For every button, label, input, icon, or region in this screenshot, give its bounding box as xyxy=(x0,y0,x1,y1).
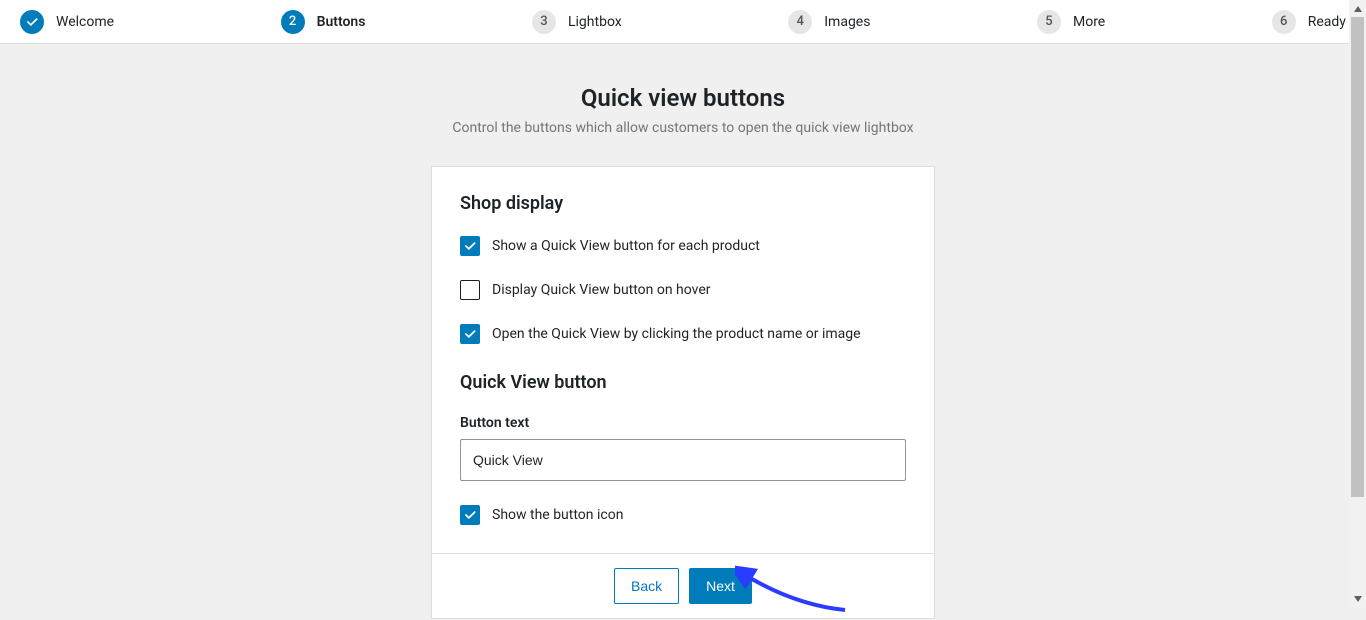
option-show-on-hover: Display Quick View button on hover xyxy=(460,280,906,300)
checkbox-show-icon[interactable] xyxy=(460,505,480,525)
step-number: 6 xyxy=(1272,10,1296,34)
section-title-qv-button: Quick View button xyxy=(460,372,906,393)
step-label: Lightbox xyxy=(568,14,622,30)
step-welcome[interactable]: Welcome xyxy=(20,10,114,34)
checkbox-label[interactable]: Display Quick View button on hover xyxy=(492,282,711,298)
button-text-input[interactable] xyxy=(460,439,906,481)
scroll-thumb[interactable] xyxy=(1351,17,1364,497)
scroll-down-icon[interactable] xyxy=(1349,590,1366,607)
step-number: 3 xyxy=(532,10,556,34)
wizard-stepper: Welcome 2 Buttons 3 Lightbox 4 Images 5 … xyxy=(0,0,1366,44)
checkbox-show-on-hover[interactable] xyxy=(460,280,480,300)
back-button[interactable]: Back xyxy=(614,568,679,604)
step-number: 4 xyxy=(788,10,812,34)
checkbox-label[interactable]: Show a Quick View button for each produc… xyxy=(492,238,760,254)
step-label: Images xyxy=(824,14,870,30)
settings-card: Shop display Show a Quick View button fo… xyxy=(431,166,935,619)
page-subtitle: Control the buttons which allow customer… xyxy=(0,120,1366,136)
next-button[interactable]: Next xyxy=(689,568,752,604)
page-header: Quick view buttons Control the buttons w… xyxy=(0,84,1366,136)
card-footer: Back Next xyxy=(432,553,934,618)
scroll-up-icon[interactable] xyxy=(1349,0,1366,17)
checkbox-label[interactable]: Open the Quick View by clicking the prod… xyxy=(492,326,861,342)
option-open-by-click: Open the Quick View by clicking the prod… xyxy=(460,324,906,344)
step-number: 2 xyxy=(281,10,305,34)
step-number: 5 xyxy=(1037,10,1061,34)
step-lightbox[interactable]: 3 Lightbox xyxy=(532,10,622,34)
checkbox-show-button[interactable] xyxy=(460,236,480,256)
option-show-button: Show a Quick View button for each produc… xyxy=(460,236,906,256)
step-label: Welcome xyxy=(56,14,114,30)
step-ready[interactable]: 6 Ready xyxy=(1272,10,1346,34)
step-images[interactable]: 4 Images xyxy=(788,10,870,34)
page-title: Quick view buttons xyxy=(0,84,1366,112)
scrollbar[interactable] xyxy=(1349,0,1366,607)
step-buttons[interactable]: 2 Buttons xyxy=(281,10,366,34)
step-label: Ready xyxy=(1308,14,1346,30)
option-show-icon: Show the button icon xyxy=(460,505,906,525)
scroll-track[interactable] xyxy=(1349,17,1366,590)
checkbox-open-by-click[interactable] xyxy=(460,324,480,344)
step-more[interactable]: 5 More xyxy=(1037,10,1105,34)
button-text-label: Button text xyxy=(460,415,906,431)
checkbox-label[interactable]: Show the button icon xyxy=(492,507,623,523)
step-label: Buttons xyxy=(317,14,366,30)
check-icon xyxy=(20,10,44,34)
step-label: More xyxy=(1073,14,1105,30)
section-title-shop-display: Shop display xyxy=(460,193,906,214)
